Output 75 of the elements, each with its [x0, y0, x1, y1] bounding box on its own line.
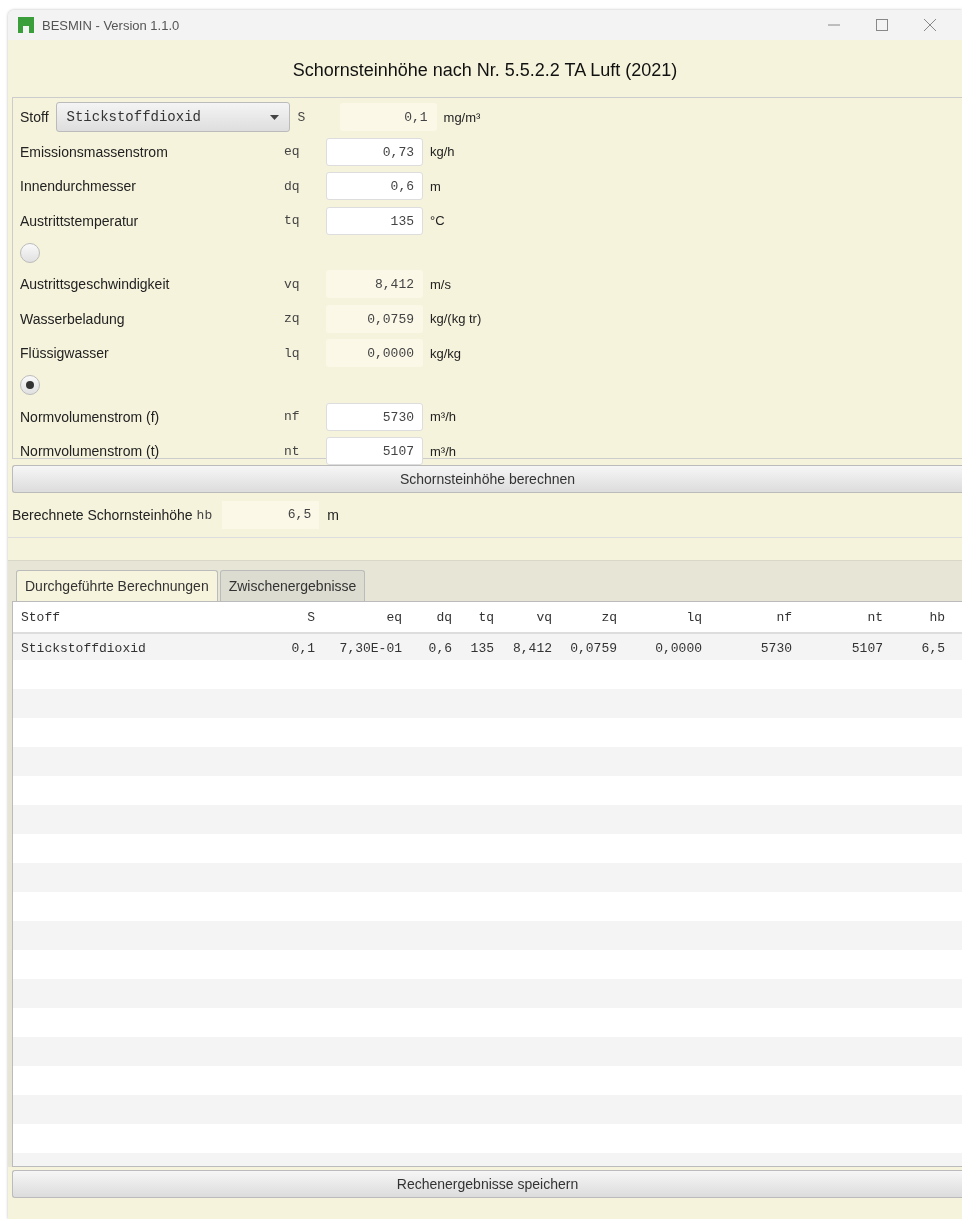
table-cell-text: 5107	[850, 641, 883, 656]
unit-label: m	[327, 507, 339, 523]
result-field: 6,5	[222, 501, 320, 529]
close-icon[interactable]	[924, 19, 936, 31]
calculate-button[interactable]: Schornsteinhöhe berechnen	[12, 465, 962, 493]
column-header[interactable]: lq	[617, 609, 702, 625]
column-header[interactable]: vq	[494, 609, 552, 625]
field-label: Emissionsmassenstrom	[20, 143, 169, 160]
input-field[interactable]: 5730	[326, 402, 423, 431]
table-cell-text: 7,30E-01	[338, 641, 402, 656]
unit-label: m³/h	[430, 443, 456, 459]
unit-label: kg/h	[430, 144, 455, 160]
symbol-label: vq	[284, 276, 301, 292]
result-label: Berechnete Schornsteinhöhe	[12, 507, 193, 523]
caret-icon	[269, 114, 279, 120]
output-field: 0,1	[339, 103, 437, 132]
unit-label: mg/m³	[443, 109, 481, 125]
unit-label: kg/kg	[430, 345, 462, 361]
symbol-label: lq	[284, 345, 301, 361]
field-label: Flüssigwasser	[20, 345, 110, 362]
symbol-label: zq	[284, 311, 301, 327]
symbol-label: nt	[284, 443, 301, 459]
input-field[interactable]: 0,6	[326, 172, 423, 201]
column-header[interactable]: nt	[792, 609, 883, 625]
table-cell-text: 0,0759	[569, 641, 617, 656]
unit-label: °C	[430, 213, 445, 229]
column-header[interactable]: nf	[702, 609, 792, 625]
radio-button[interactable]	[20, 375, 40, 395]
field-label: Innendurchmesser	[20, 178, 137, 195]
table-cell-text: 8,412	[512, 641, 552, 656]
radio-button[interactable]	[20, 242, 40, 263]
symbol-label: nf	[284, 409, 301, 425]
field-label: Stoff	[20, 109, 49, 126]
table-cell-text: 5730	[759, 641, 792, 656]
input-field[interactable]: 5107	[326, 437, 423, 466]
symbol-label: S	[297, 109, 307, 125]
unit-label: m³/h	[430, 409, 456, 425]
field-label: Austrittsgeschwindigkeit	[20, 276, 171, 293]
output-field: 0,0000	[326, 339, 423, 368]
tab[interactable]: Durchgeführte Berechnungen	[16, 570, 218, 601]
column-header[interactable]: zq	[552, 609, 617, 625]
column-header[interactable]: eq	[315, 609, 402, 625]
table-cell-text: 0,6	[427, 641, 452, 656]
output-field: 8,412	[326, 270, 423, 299]
output-field: 0,0759	[326, 304, 423, 333]
input-field[interactable]: 135	[326, 206, 423, 235]
column-header[interactable]: S	[275, 609, 315, 625]
save-button[interactable]: Rechenergebnisse speichern	[12, 1170, 962, 1198]
app-logo-icon	[18, 17, 34, 33]
field-label: Normvolumenstrom (f)	[20, 408, 161, 425]
page-heading: Schornsteinhöhe nach Nr. 5.5.2.2 TA Luft (2021)	[291, 59, 679, 82]
input-field[interactable]: 0,73	[326, 137, 423, 166]
maximize-icon[interactable]	[876, 19, 888, 31]
field-label: Wasserbeladung	[20, 310, 126, 327]
table-cell-text: 0,0000	[654, 641, 702, 656]
table-cell-text: 6,5	[920, 641, 945, 656]
field-label: Austrittstemperatur	[20, 212, 140, 229]
table-cell-text: Stickstoffdioxid	[20, 641, 147, 656]
symbol-label: dq	[284, 178, 301, 194]
column-header[interactable]: hb	[883, 609, 945, 625]
column-header[interactable]: Stoff	[13, 609, 275, 625]
unit-label: kg/(kg tr)	[430, 311, 482, 327]
symbol-label: tq	[284, 213, 301, 229]
table-cell-text: 0,1	[290, 641, 315, 656]
tab[interactable]: Zwischenergebnisse	[219, 570, 366, 601]
column-header[interactable]: dq	[402, 609, 452, 625]
window-title: BESMIN - Version 1.1.0	[42, 17, 181, 33]
table-cell-text: 135	[469, 641, 494, 656]
symbol-label: eq	[284, 144, 301, 160]
unit-label: m	[430, 178, 441, 194]
field-label: Normvolumenstrom (t)	[20, 443, 161, 460]
symbol-label: hb	[196, 507, 213, 523]
substance-dropdown[interactable]: Stickstoffdioxid	[55, 102, 290, 133]
column-header[interactable]: tq	[452, 609, 494, 625]
unit-label: m/s	[430, 276, 451, 292]
